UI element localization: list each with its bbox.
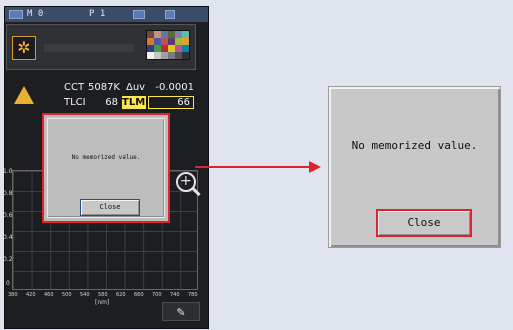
duv-label: Δuv (126, 82, 146, 93)
tlci-label: TLCI (64, 97, 86, 108)
x-tick: 380 (8, 292, 18, 298)
y-tick: 0.8 (3, 190, 13, 197)
status-program: P 1 (89, 9, 106, 19)
zoom-plus-icon: + (180, 173, 192, 189)
small-dialog: No memorized value. Close (42, 113, 170, 223)
dialog-message: No memorized value. (351, 139, 478, 152)
x-tick: 580 (98, 292, 108, 298)
enlarged-dialog: No memorized value. Close (328, 86, 501, 248)
x-tick: 540 (80, 292, 90, 298)
x-tick: 740 (170, 292, 180, 298)
y-tick: 0.6 (3, 212, 13, 219)
tlci-value: 68 (105, 97, 118, 108)
tlmf-label[interactable]: TLMF (122, 96, 152, 109)
small-dialog-frame: No memorized value. Close (47, 118, 165, 218)
x-tick: 620 (116, 292, 126, 298)
wrench-icon[interactable]: ✎ (162, 302, 200, 321)
tlmf-value: 66 (177, 97, 190, 108)
mode-bar (44, 44, 134, 52)
cct-value: 5087K (87, 82, 120, 93)
x-tick: 420 (26, 292, 36, 298)
x-tick: 780 (188, 292, 198, 298)
x-tick: 660 (134, 292, 144, 298)
connector-line (195, 166, 319, 168)
y-tick: 1.0 (3, 168, 13, 175)
x-axis-unit: [nm] (95, 299, 110, 306)
status-settings-icon (165, 10, 175, 19)
duv-value: -0.0001 (155, 82, 194, 93)
battery-icon (9, 10, 23, 19)
status-bar: M 0 P 1 (5, 7, 208, 22)
colorchecker-icon[interactable] (146, 30, 190, 60)
y-tick: 0.2 (3, 256, 13, 263)
x-tick: 460 (44, 292, 54, 298)
status-memory: M 0 (27, 9, 44, 19)
y-tick: 0 (6, 280, 10, 287)
spectrum-icon (14, 86, 34, 104)
y-tick: 0.4 (3, 234, 13, 241)
status-indicator-icon (133, 10, 145, 19)
sun-icon[interactable]: ✲ (12, 36, 36, 60)
x-tick: 500 (62, 292, 72, 298)
cct-label: CCT (64, 82, 85, 93)
x-tick: 700 (152, 292, 162, 298)
small-close-button[interactable]: Close (80, 199, 140, 216)
close-button[interactable]: Close (376, 209, 472, 237)
small-dialog-message: No memorized value. (71, 154, 141, 161)
arrow-head-icon (309, 161, 321, 173)
